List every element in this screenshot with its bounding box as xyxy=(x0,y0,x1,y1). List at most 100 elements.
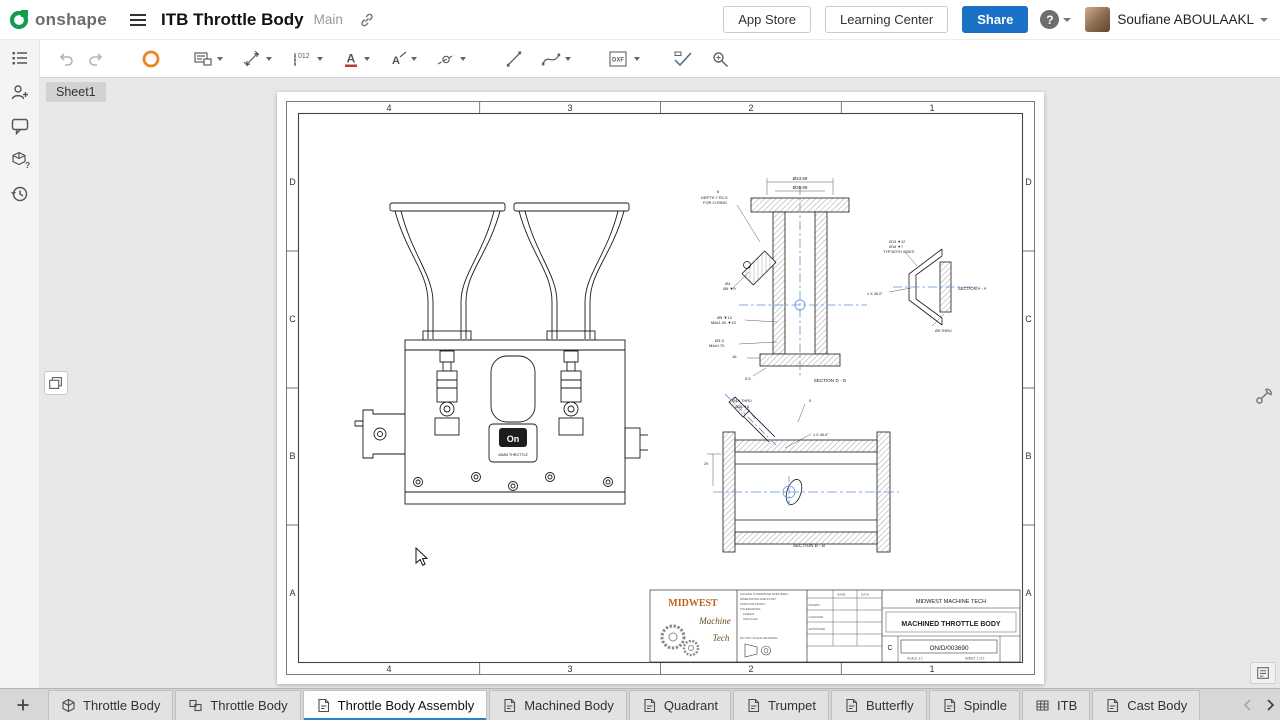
drawing-icon xyxy=(316,698,331,713)
svg-text:CHECKED: CHECKED xyxy=(809,615,825,619)
note-icon: A xyxy=(388,49,408,69)
svg-text:MIDWEST MACHINE TECH: MIDWEST MACHINE TECH xyxy=(916,599,986,605)
svg-text:LINEAR:: LINEAR: xyxy=(743,612,755,616)
svg-text:16: 16 xyxy=(732,354,737,359)
undo-button[interactable] xyxy=(54,47,78,71)
tab-drawing-machined-body[interactable]: Machined Body xyxy=(489,690,627,720)
tab-drawing-throttle-body-assembly[interactable]: Throttle Body Assembly xyxy=(303,690,488,720)
svg-text:012: 012 xyxy=(298,53,310,60)
comments-button[interactable] xyxy=(10,116,30,136)
history-clock-icon xyxy=(10,184,30,204)
main-menu-button[interactable] xyxy=(129,13,147,27)
svg-text:A: A xyxy=(392,55,400,67)
svg-text:SHEET 1 of 2: SHEET 1 of 2 xyxy=(965,657,985,661)
modify-tools-button[interactable] xyxy=(1252,384,1276,408)
svg-text:TOLERANCES:: TOLERANCES: xyxy=(740,607,761,611)
spline-tool-button[interactable] xyxy=(538,47,573,71)
svg-text:Ø9 THRU: Ø9 THRU xyxy=(935,329,952,333)
tab-scroll-controls xyxy=(1238,690,1280,720)
tab-drawing-trumpet[interactable]: Trumpet xyxy=(733,690,829,720)
line-tool-button[interactable] xyxy=(502,47,526,71)
copy-link-button[interactable] xyxy=(359,12,375,28)
insert-view-button[interactable] xyxy=(190,47,225,71)
assembly-icon xyxy=(188,698,203,713)
svg-text:Ø4.4 THRU: Ø4.4 THRU xyxy=(732,399,752,403)
svg-text:1: 1 xyxy=(929,664,934,674)
tab-scroll-right-button[interactable] xyxy=(1264,698,1276,712)
svg-text:Ø16 ▼7: Ø16 ▼7 xyxy=(889,245,903,249)
centerline-button[interactable] xyxy=(433,47,468,71)
link-icon xyxy=(359,12,375,28)
drawing-canvas[interactable]: Sheet1 xyxy=(40,78,1280,688)
tab-part-studio-throttle-body[interactable]: Throttle Body xyxy=(48,690,173,720)
svg-text:A: A xyxy=(289,588,295,598)
drawing-icon xyxy=(1105,698,1120,713)
svg-text:Ø6 ▼9: Ø6 ▼9 xyxy=(723,286,736,291)
add-tab-button[interactable] xyxy=(10,690,36,720)
avatar[interactable] xyxy=(1085,7,1110,32)
text-annotation-button[interactable]: A xyxy=(339,47,372,71)
share-button[interactable]: Share xyxy=(962,6,1028,33)
history-button[interactable] xyxy=(10,184,30,204)
svg-text:UNLESS OTHERWISE SPECIFIED:: UNLESS OTHERWISE SPECIFIED: xyxy=(740,592,789,596)
svg-text:FOR O-RING: FOR O-RING xyxy=(703,200,727,205)
centerline-icon xyxy=(435,49,457,69)
onshape-logo[interactable]: onshape xyxy=(0,9,107,31)
inspect-measure-button[interactable] xyxy=(708,47,734,71)
redo-button[interactable] xyxy=(84,47,108,71)
user-menu[interactable]: Soufiane ABOULAAKL xyxy=(1117,12,1268,27)
svg-text:29: 29 xyxy=(704,462,708,466)
help-menu[interactable]: ? xyxy=(1040,10,1071,29)
sheet-tab[interactable]: Sheet1 xyxy=(46,82,106,102)
tab-drawing-spindle[interactable]: Spindle xyxy=(929,690,1020,720)
svg-text:C: C xyxy=(887,645,892,652)
onshape-logo-icon xyxy=(8,9,30,31)
svg-text:SCALE 1:1: SCALE 1:1 xyxy=(907,657,923,661)
front-view[interactable] xyxy=(355,203,648,504)
ordinate-dimension-button[interactable]: 012 xyxy=(288,47,325,71)
dimension-check-button[interactable] xyxy=(670,47,696,71)
section-dd-view[interactable]: Ø43.69 Ø29.99 6 DEPTH 7 R1.5 FOR O-RING … xyxy=(701,176,867,383)
svg-text:A: A xyxy=(1025,588,1031,598)
svg-text:SECTION B - B: SECTION B - B xyxy=(793,543,825,548)
tab-drawing-cast-body[interactable]: Cast Body xyxy=(1092,690,1200,720)
note-button[interactable]: A xyxy=(386,47,419,71)
workspace-label[interactable]: Main xyxy=(314,12,343,27)
ordinate-dimension-icon: 012 xyxy=(290,49,314,69)
dimension-button[interactable] xyxy=(239,47,274,71)
export-dxf-button[interactable]: DXF xyxy=(605,47,642,71)
section-aa-view[interactable]: Ø13 ▼12 Ø16 ▼7 TYP BOTH SIDES 1 X 45.0° … xyxy=(867,240,987,333)
follow-mode-button[interactable] xyxy=(10,82,30,102)
dimension-check-icon xyxy=(672,49,694,69)
svg-text:ON/D/003690: ON/D/003690 xyxy=(929,645,969,652)
update-views-button[interactable] xyxy=(138,46,164,72)
sheets-panel-button[interactable] xyxy=(44,371,68,395)
app-header: onshape ITB Throttle Body Main App Store… xyxy=(0,0,1280,40)
sheet-list-button[interactable] xyxy=(1250,662,1276,684)
learning-center-button[interactable]: Learning Center xyxy=(825,6,948,33)
onshape-app: onshape ITB Throttle Body Main App Store… xyxy=(0,0,1280,720)
drawing-sheet[interactable]: 4 3 2 1 4 3 2 1 D C B A D C B A xyxy=(277,92,1044,684)
help-resources-button[interactable]: ? xyxy=(10,150,30,170)
svg-text:Machine: Machine xyxy=(698,616,731,626)
chevron-left-icon xyxy=(1242,698,1254,712)
tab-table-itb[interactable]: ITB xyxy=(1022,690,1090,720)
chevron-down-icon xyxy=(364,57,370,61)
spline-icon xyxy=(540,49,562,69)
title-block[interactable]: MIDWEST Machine Tech UNLESS OTHERWISE SP… xyxy=(650,590,1020,662)
tab-drawing-quadrant[interactable]: Quadrant xyxy=(629,690,731,720)
tab-label: Cast Body xyxy=(1127,698,1187,713)
feature-list-button[interactable] xyxy=(10,48,30,68)
tab-drawing-butterfly[interactable]: Butterfly xyxy=(831,690,927,720)
tab-scroll-left-button[interactable] xyxy=(1242,698,1254,712)
tab-assembly-throttle-body[interactable]: Throttle Body xyxy=(175,690,300,720)
bolt-circles xyxy=(414,473,613,491)
dimension-icon xyxy=(241,49,263,69)
svg-text:4: 4 xyxy=(386,664,391,674)
svg-text:ANGULAR:: ANGULAR: xyxy=(743,617,759,621)
svg-text:B: B xyxy=(1025,451,1031,461)
section-bb-view[interactable]: Ø4.4 THRU Ø16 ▼5 5 1 X 45.0° 29 SECTION … xyxy=(704,394,899,552)
tab-label: Throttle Body xyxy=(210,698,287,713)
app-store-button[interactable]: App Store xyxy=(723,6,811,33)
svg-text:3: 3 xyxy=(567,103,572,113)
